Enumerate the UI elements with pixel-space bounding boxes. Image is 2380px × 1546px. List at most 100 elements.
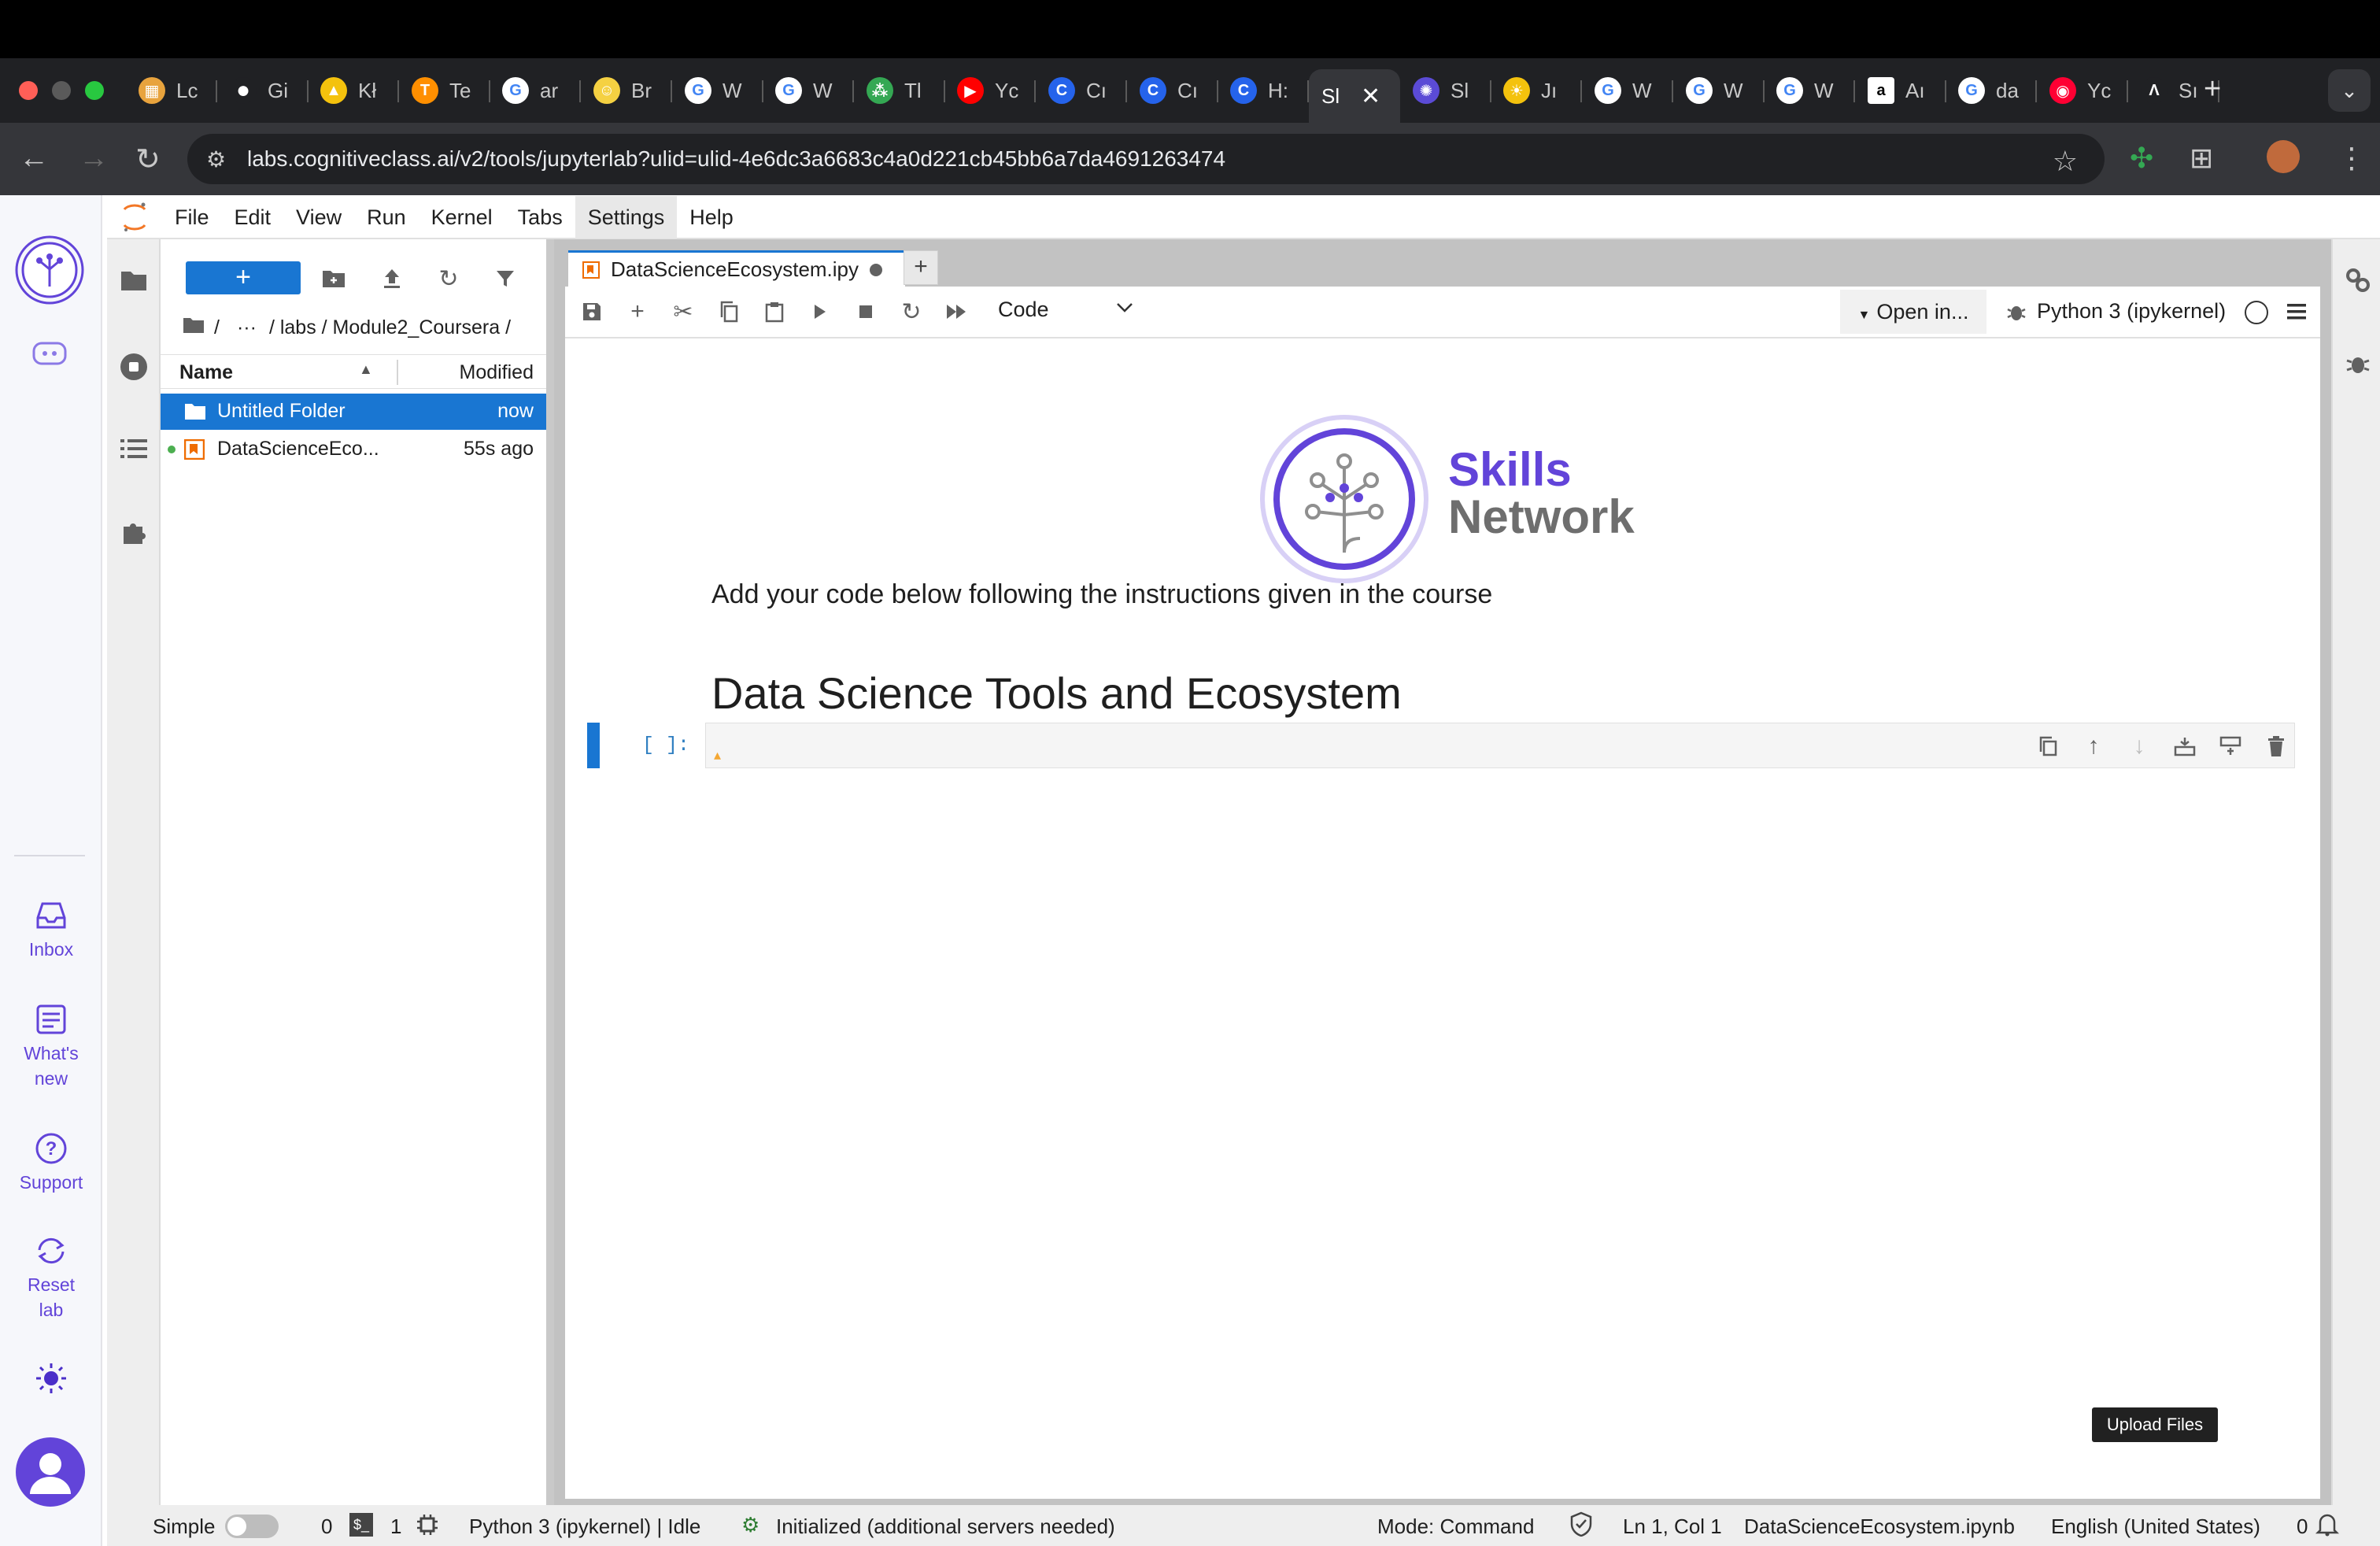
bookmark-star-icon[interactable]: ☆ [2053, 145, 2078, 178]
notification-bell-icon[interactable] [2315, 1511, 2340, 1542]
cell-type-dropdown[interactable]: Code [998, 298, 1049, 322]
debugger-bug-icon[interactable] [2345, 351, 2371, 376]
browser-tab[interactable]: ● Gi [217, 69, 309, 112]
insert-cell-icon[interactable]: + [623, 298, 652, 326]
display-language[interactable]: English (United States) [2051, 1515, 2260, 1539]
notebook-tab[interactable]: DataScienceEcosystem.ipy [568, 250, 905, 287]
code-cell-input[interactable]: ▴ ↑ ↓ [705, 723, 2295, 768]
browser-tab[interactable]: a Aı [1855, 69, 1946, 112]
lsp-status-text[interactable]: Initialized (additional servers needed) [776, 1515, 1115, 1539]
browser-menu-icon[interactable]: ⋮ [2338, 142, 2366, 175]
cursor-position[interactable]: Ln 1, Col 1 [1623, 1515, 1722, 1539]
extension-puzzle-green-icon[interactable]: ✣ [2130, 142, 2153, 175]
menu-edit[interactable]: Edit [222, 196, 284, 239]
browser-tab[interactable]: ☀ Jı [1491, 69, 1582, 112]
breadcrumb-path[interactable]: / labs / Module2_Coursera / [269, 316, 511, 339]
move-down-arrow-icon[interactable]: ↓ [2126, 733, 2153, 760]
minimize-window-button[interactable] [52, 81, 71, 100]
breadcrumb-ellipsis[interactable]: ··· [237, 316, 257, 339]
file-row-notebook[interactable]: DataScienceEco... 55s ago [161, 431, 554, 468]
new-launcher-tab-button[interactable]: + [904, 250, 938, 285]
menu-kernel[interactable]: Kernel [419, 196, 505, 239]
kernel-name-button[interactable]: Python 3 (ipykernel) [2037, 299, 2226, 324]
theme-toggle-sun-icon[interactable] [35, 1362, 68, 1395]
debugger-bug-icon[interactable] [2002, 298, 2031, 326]
extension-manager-puzzle-icon[interactable] [116, 515, 151, 549]
forward-icon[interactable]: → [79, 142, 109, 176]
unsaved-dot-icon[interactable] [870, 263, 883, 276]
hamburger-menu-icon[interactable] [2286, 301, 2308, 323]
browser-tab[interactable]: ▦ Lc [126, 69, 217, 112]
duplicate-cell-icon[interactable] [2034, 733, 2061, 760]
browser-tab[interactable]: ▶ Yc [944, 69, 1036, 112]
code-cell[interactable]: [ ]: ▴ ↑ ↓ [587, 723, 2311, 771]
browser-tab[interactable]: GW [672, 69, 763, 112]
shield-icon[interactable] [1569, 1511, 1593, 1542]
active-cell-indicator[interactable] [587, 723, 600, 768]
new-tab-button[interactable]: + [2204, 72, 2221, 106]
delete-cell-trash-icon[interactable] [2263, 733, 2289, 760]
column-divider[interactable] [397, 360, 398, 385]
site-info-icon[interactable]: ⚙ [206, 146, 238, 172]
lsp-icon[interactable]: ⚙ [741, 1513, 759, 1537]
browser-tab[interactable]: ⁂ Tl [854, 69, 945, 112]
refresh-icon[interactable]: ↻ [434, 264, 463, 293]
browser-tab[interactable]: ✺ Sl [1400, 69, 1491, 112]
browser-tab[interactable]: C Cı [1127, 69, 1218, 112]
open-in-button[interactable]: ▼ Open in... [1840, 290, 1986, 334]
browser-tab[interactable]: ◉ Yc [2037, 69, 2128, 112]
support-button[interactable]: ? Support [0, 1130, 102, 1195]
restart-kernel-icon[interactable]: ↻ [897, 298, 926, 326]
browser-tab[interactable]: GW [1582, 69, 1673, 112]
file-browser-folder-icon[interactable] [116, 263, 151, 298]
menu-view[interactable]: View [283, 196, 354, 239]
kernel-status-text[interactable]: Python 3 (ipykernel) | Idle [469, 1515, 700, 1539]
column-name-header[interactable]: Name [179, 361, 233, 384]
browser-tab[interactable]: C H: [1218, 69, 1309, 112]
skills-network-logo[interactable] [14, 235, 85, 305]
back-icon[interactable]: ← [19, 142, 49, 176]
browser-tab[interactable]: Sl ✕ [1309, 69, 1400, 123]
running-sessions-icon[interactable] [116, 350, 151, 384]
user-avatar[interactable] [16, 1437, 85, 1507]
interrupt-kernel-icon[interactable] [852, 298, 880, 326]
close-window-button[interactable] [19, 81, 38, 100]
property-inspector-gears-icon[interactable] [2344, 266, 2372, 294]
breadcrumb-root[interactable]: / [214, 316, 220, 339]
save-icon[interactable] [578, 298, 606, 326]
terminal-icon[interactable]: $_ [349, 1513, 373, 1537]
browser-tab[interactable]: GW [763, 69, 854, 112]
kernel-chip-icon[interactable] [416, 1513, 439, 1542]
browser-tab[interactable]: C Cı [1036, 69, 1127, 112]
paste-icon[interactable] [760, 298, 789, 326]
inbox-button[interactable]: Inbox [0, 897, 102, 962]
new-folder-icon[interactable] [320, 264, 348, 293]
close-tab-icon[interactable]: ✕ [1361, 83, 1380, 110]
panel-resize-handle[interactable] [546, 239, 554, 1505]
column-modified-header[interactable]: Modified [460, 361, 534, 384]
profile-avatar[interactable] [2267, 140, 2300, 173]
reload-icon[interactable]: ↻ [135, 142, 161, 177]
insert-below-icon[interactable] [2217, 733, 2244, 760]
file-row-untitled-folder[interactable]: Untitled Folder now [161, 394, 554, 430]
upload-icon[interactable] [378, 264, 406, 293]
menu-settings[interactable]: Settings [575, 196, 678, 239]
whats-new-button[interactable]: What's new [0, 1001, 102, 1091]
run-icon[interactable] [806, 298, 834, 326]
extensions-icon[interactable]: ⊞ [2190, 142, 2213, 175]
menu-help[interactable]: Help [677, 196, 746, 239]
menu-file[interactable]: File [162, 196, 222, 239]
tab-search-button[interactable]: ⌄ [2328, 69, 2371, 112]
simple-mode-toggle[interactable] [225, 1515, 279, 1538]
move-up-arrow-icon[interactable]: ↑ [2080, 733, 2107, 760]
maximize-window-button[interactable] [85, 81, 104, 100]
browser-tab[interactable]: GW [1673, 69, 1765, 112]
new-launcher-button[interactable]: + [186, 261, 301, 294]
browser-tab[interactable]: Gda [1946, 69, 2037, 112]
address-bar[interactable]: ⚙ labs.cognitiveclass.ai/v2/tools/jupyte… [187, 134, 2105, 184]
filter-icon[interactable] [491, 264, 519, 293]
restart-run-all-icon[interactable] [943, 298, 971, 326]
copy-icon[interactable] [715, 298, 743, 326]
browser-tab[interactable]: ☺ Br [581, 69, 672, 112]
menu-run[interactable]: Run [354, 196, 419, 239]
